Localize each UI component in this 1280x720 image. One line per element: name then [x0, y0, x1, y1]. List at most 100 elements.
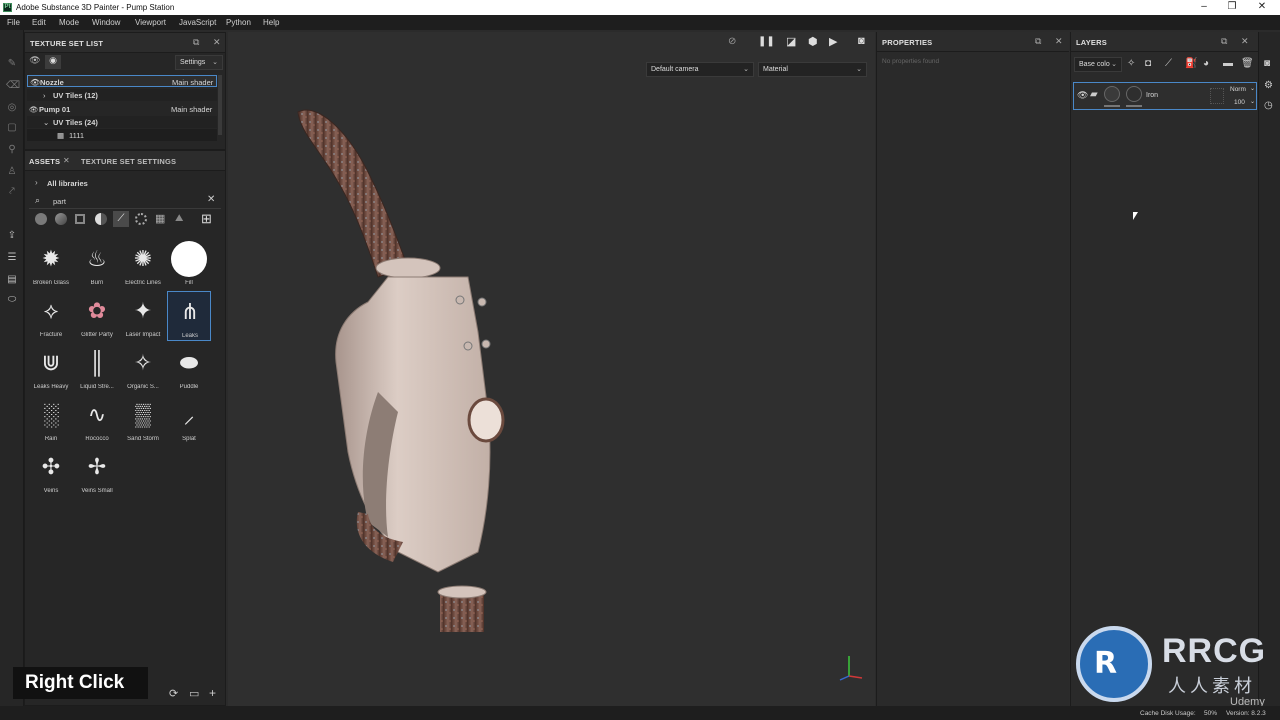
layer-row-iron[interactable]: 👁 ▰ Iron Norm ⌄ 100 ⌄ — [1073, 82, 1257, 110]
add-mask-icon[interactable]: ◘ — [1145, 58, 1151, 69]
uv-tiles-nozzle[interactable]: › UV Tiles (12) — [27, 89, 217, 101]
close-panel-icon[interactable]: ✕ — [1241, 36, 1249, 47]
asset-tile[interactable]: ▒ Sand Storm — [121, 395, 165, 445]
menu-help[interactable]: Help — [263, 18, 279, 27]
asset-tile[interactable]: ║ Liquid Stre... — [75, 343, 119, 393]
menu-window[interactable]: Window — [92, 18, 120, 27]
maximize-button[interactable]: ❐ — [1222, 1, 1242, 12]
asset-tile[interactable]: ✢ Veins Small — [75, 447, 119, 497]
asset-tile[interactable]: ✹ Broken Glass — [29, 239, 73, 289]
eye-icon[interactable]: 👁 — [30, 78, 40, 87]
export-icon[interactable]: ⇪ — [6, 230, 18, 242]
asset-tile[interactable]: ✿ Glitter Party — [75, 291, 119, 341]
float-panel-icon[interactable]: ⧉ — [193, 37, 199, 48]
asset-tile[interactable]: ✧ Organic S... — [121, 343, 165, 393]
clear-search-icon[interactable]: ✕ — [207, 194, 215, 205]
refresh-icon[interactable]: ⟳ — [169, 687, 178, 700]
history-icon[interactable]: ◷ — [1264, 100, 1273, 111]
search-input[interactable]: part — [53, 197, 66, 206]
all-libraries-label[interactable]: All libraries — [47, 179, 88, 188]
float-panel-icon[interactable]: ⧉ — [1221, 36, 1227, 47]
eye-icon[interactable]: 👁 — [1077, 90, 1088, 101]
asset-tile[interactable]: ✺ Electric Lines — [121, 239, 165, 289]
asset-tile[interactable]: ⋓ Leaks Heavy — [29, 343, 73, 393]
eraser-icon[interactable]: ⌫ — [6, 80, 20, 92]
scrollbar[interactable] — [218, 75, 222, 135]
asset-tile[interactable]: ░ Rain — [29, 395, 73, 445]
asset-tile[interactable]: ⸝ Splat — [167, 395, 211, 445]
smart-mask-filter-icon[interactable] — [75, 214, 85, 224]
texture-filter-icon[interactable]: ▦ — [155, 213, 165, 225]
float-panel-icon[interactable]: ⧉ — [1035, 36, 1041, 47]
asset-thumbnail-icon: ♨ — [87, 246, 107, 271]
asset-tile[interactable]: ✦ Laser Impact — [121, 291, 165, 341]
material-filter-icon[interactable] — [35, 213, 47, 225]
brush-filter-icon[interactable]: ⟋ — [113, 211, 129, 227]
menu-mode[interactable]: Mode — [59, 18, 79, 27]
viewer-settings-icon[interactable]: ⚙ — [1264, 80, 1273, 91]
minimize-button[interactable]: – — [1194, 1, 1214, 12]
opacity-value[interactable]: 100 — [1234, 99, 1245, 106]
nozzle-model[interactable] — [228, 32, 875, 706]
menu-edit[interactable]: Edit — [32, 18, 46, 27]
uv-tile-1111[interactable]: ▦ 1111 — [27, 129, 217, 141]
close-window-button[interactable]: ✕ — [1252, 1, 1272, 12]
close-panel-icon[interactable]: ✕ — [213, 37, 221, 48]
tab-assets[interactable]: ASSETS — [29, 157, 60, 166]
paint-brush-icon[interactable]: ✎ — [6, 58, 18, 70]
shader-settings-icon[interactable]: ▤ — [6, 274, 18, 286]
delete-layer-icon[interactable]: 🗑 — [1241, 58, 1254, 69]
display-settings-icon[interactable]: ☰ — [6, 252, 18, 264]
blend-mode[interactable]: Norm — [1230, 86, 1246, 93]
chevron-down-icon: ⌄ — [212, 59, 218, 66]
grid-view-icon[interactable]: ⊞ — [201, 212, 212, 226]
new-folder-icon[interactable]: ▭ — [189, 687, 199, 700]
asset-tile[interactable]: Fill — [167, 239, 211, 289]
asset-tile[interactable]: ⟡ Fracture — [29, 291, 73, 341]
asset-tile[interactable]: ✣ Veins — [29, 447, 73, 497]
projection-icon[interactable]: ◎ — [6, 102, 18, 114]
filter-filter-icon[interactable] — [95, 213, 107, 225]
visibility-toggle-icon[interactable]: 👁 — [27, 55, 43, 69]
add-fill-layer-icon[interactable]: ⛽ — [1185, 58, 1197, 69]
environment-filter-icon[interactable]: ⛰ — [175, 213, 183, 225]
settings-dropdown[interactable]: Settings ⌄ — [175, 55, 223, 70]
asset-tile[interactable]: ⋔ Leaks — [167, 291, 211, 341]
display-settings-icon[interactable]: ◙ — [1264, 58, 1270, 69]
asset-tile[interactable]: ⬬ Puddle — [167, 343, 211, 393]
channel-dropdown[interactable]: Base colo ⌄ — [1074, 57, 1122, 72]
texture-set-nozzle[interactable]: 👁 Nozzle Main shader — [27, 75, 217, 87]
menu-file[interactable]: File — [7, 18, 20, 27]
menu-javascript[interactable]: JavaScript — [179, 18, 216, 27]
close-panel-icon[interactable]: ✕ — [1055, 36, 1063, 47]
layer-name[interactable]: Iron — [1146, 92, 1158, 99]
uv-tiles-pump[interactable]: ⌄ UV Tiles (24) — [27, 116, 217, 128]
add-effect-icon[interactable]: ✧ — [1127, 58, 1135, 69]
close-tab-icon[interactable]: ✕ — [63, 156, 70, 165]
asset-label: Glitter Party — [81, 332, 113, 338]
geometry-mask-icon[interactable]: ▢ — [6, 122, 18, 134]
smart-material-filter-icon[interactable] — [55, 213, 67, 225]
tab-texture-set-settings[interactable]: TEXTURE SET SETTINGS — [81, 157, 176, 166]
eye-solo-icon[interactable]: ◉ — [45, 55, 61, 69]
texture-set-pump01[interactable]: 👁 Pump 01 Main shader — [27, 103, 217, 115]
particle-filter-icon[interactable] — [135, 213, 147, 225]
add-folder-icon[interactable]: ▬ — [1223, 58, 1233, 69]
chevron-right-icon[interactable]: › — [35, 178, 38, 187]
asset-tile[interactable]: ♨ Burn — [75, 239, 119, 289]
asset-tile[interactable]: ∿ Rococco — [75, 395, 119, 445]
add-icon[interactable]: + — [209, 686, 216, 700]
smudge-icon[interactable]: ⚲ — [6, 144, 18, 156]
chevron-right-icon: › — [43, 91, 46, 100]
menu-python[interactable]: Python — [226, 18, 251, 27]
search-box[interactable]: ⌕ part ✕ — [29, 193, 221, 209]
uv-tile-label: 1111 — [69, 131, 85, 140]
viewport-3d[interactable]: ⊘ ❚❚ ◪ ⬢ ▶ ◙ Default camera ⌄ Material ⌄ — [228, 32, 875, 706]
menu-viewport[interactable]: Viewport — [135, 18, 166, 27]
add-paint-layer-icon[interactable]: ⟋ — [1165, 58, 1172, 69]
bake-icon[interactable]: ⬭ — [6, 294, 18, 306]
picker-icon[interactable]: ⤤ — [6, 186, 18, 198]
clone-icon[interactable]: ♙ — [6, 166, 18, 178]
add-anchor-icon[interactable]: ◕ — [1203, 58, 1209, 69]
eye-icon[interactable]: 👁 — [29, 105, 39, 114]
